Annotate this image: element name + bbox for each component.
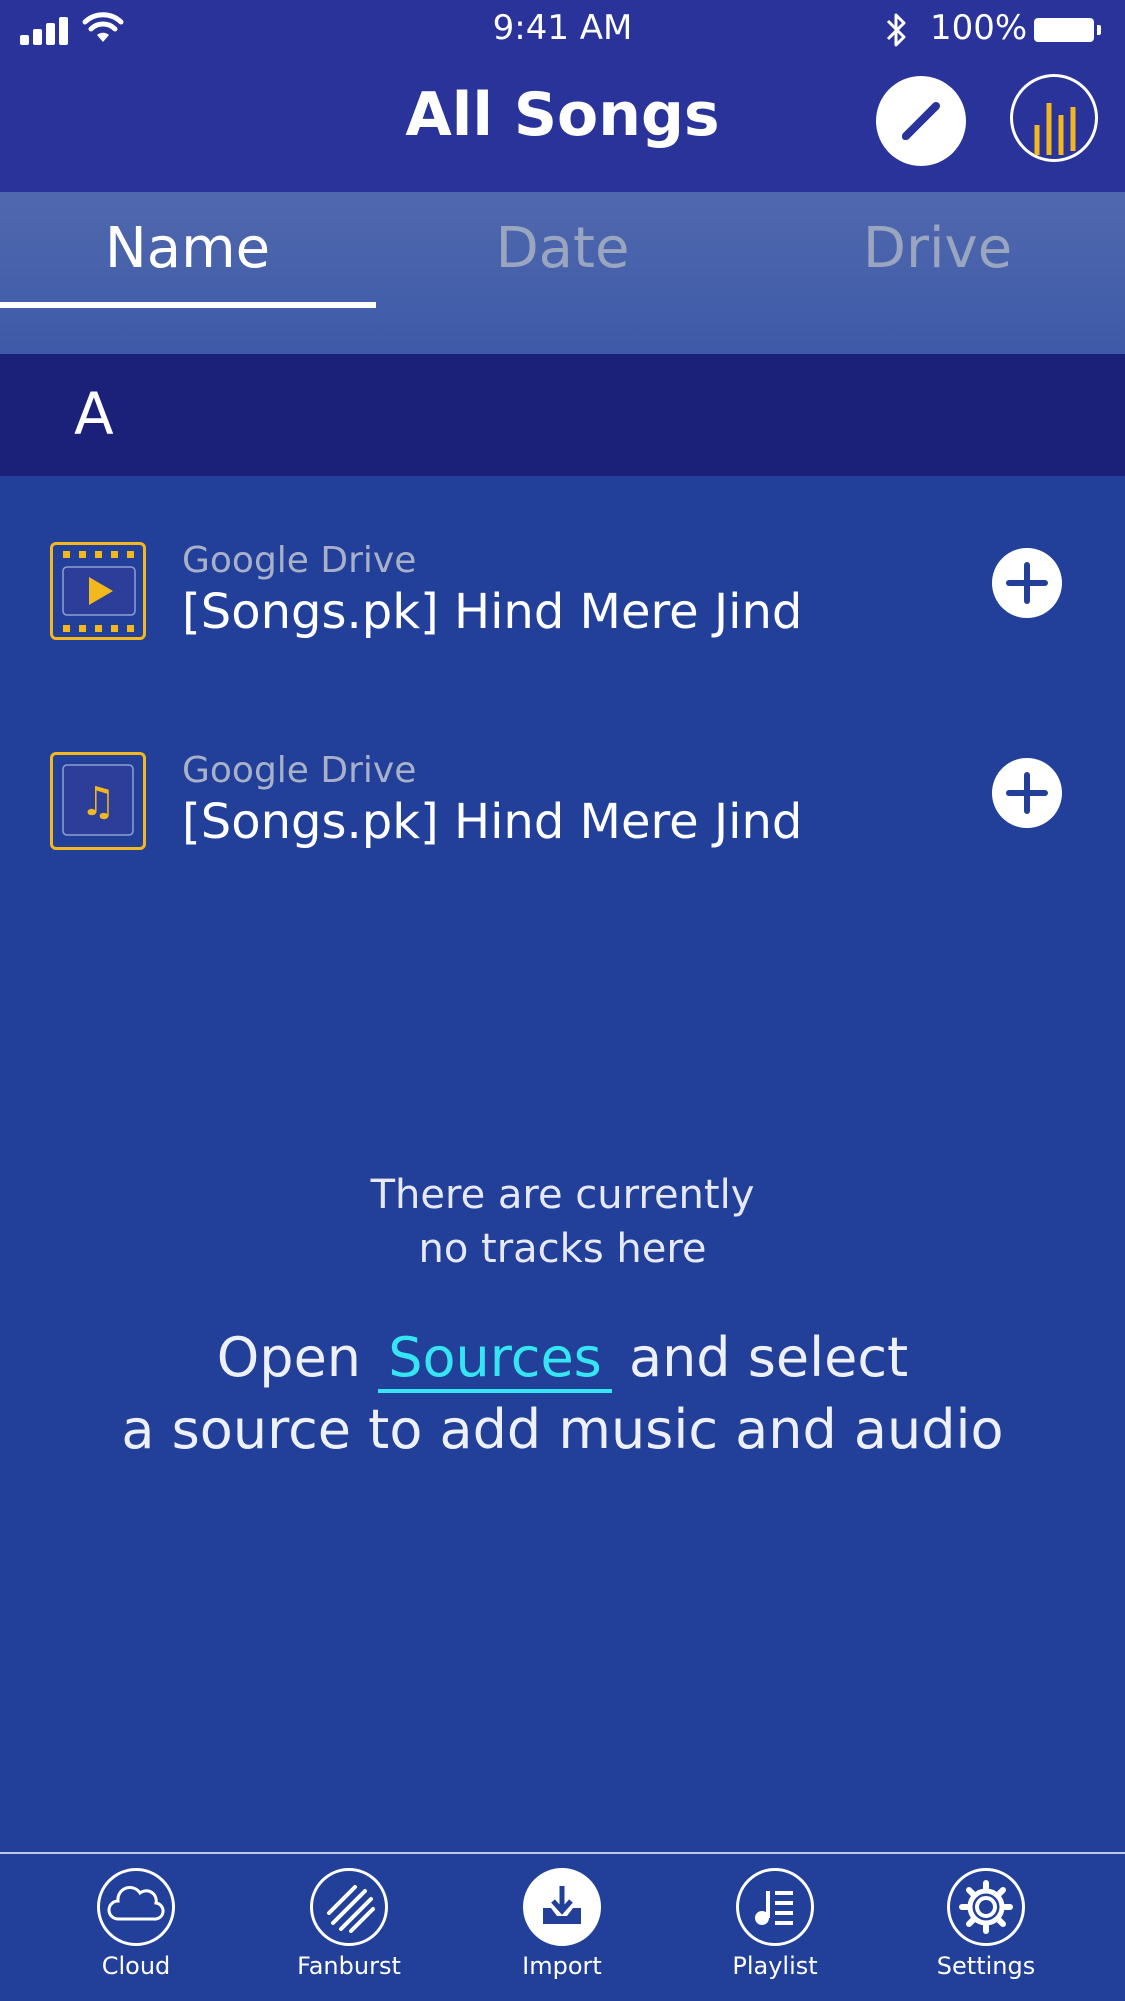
tab-import[interactable]: Import <box>492 1868 632 1980</box>
track-source: Google Drive <box>182 750 417 791</box>
import-icon <box>523 1868 601 1946</box>
section-header: A <box>0 354 1125 476</box>
tab-cloud[interactable]: Cloud <box>66 1868 206 1980</box>
status-bar: 9:41 AM 100% <box>0 0 1125 62</box>
track-title: [Songs.pk] Hind Mere Jind <box>182 794 803 850</box>
cta-rest-text: and select <box>628 1326 909 1389</box>
playlist-icon <box>736 1868 814 1946</box>
tab-playlist[interactable]: Playlist <box>705 1868 845 1980</box>
fanburst-icon <box>310 1868 388 1946</box>
tab-label: Cloud <box>101 1952 171 1980</box>
tab-fanburst[interactable]: Fanburst <box>279 1868 419 1980</box>
track-title: [Songs.pk] Hind Mere Jind <box>182 584 803 640</box>
empty-message-line1: There are currently <box>370 1172 755 1218</box>
tab-label: Import <box>522 1952 602 1980</box>
empty-message-line2: no tracks here <box>418 1226 707 1272</box>
video-file-icon <box>50 542 146 640</box>
gear-icon <box>947 1868 1025 1946</box>
empty-cta-line2: a source to add music and audio <box>121 1398 1004 1461</box>
edit-button[interactable] <box>876 76 966 166</box>
active-tab-indicator <box>0 302 376 308</box>
plus-icon <box>1006 562 1048 604</box>
bluetooth-icon <box>886 13 906 47</box>
bottom-tab-bar: Cloud Fanburst Import Playlist Settings <box>0 1852 1125 2001</box>
empty-cta-line1: Open Sources and select <box>0 1326 1125 1393</box>
tab-settings[interactable]: Settings <box>916 1868 1056 1980</box>
sources-link[interactable]: Sources <box>378 1326 612 1393</box>
tab-label: Fanburst <box>297 1952 401 1980</box>
add-button[interactable] <box>992 758 1062 828</box>
cta-open-text: Open <box>216 1326 362 1389</box>
tab-label: Settings <box>936 1952 1036 1980</box>
tab-label: Playlist <box>732 1952 818 1980</box>
sort-tabs: Name Date Drive <box>0 192 1125 354</box>
equalizer-icon <box>1034 103 1076 155</box>
list-item[interactable]: Google Drive [Songs.pk] Hind Mere Jind <box>0 532 1125 652</box>
track-source: Google Drive <box>182 540 417 581</box>
equalizer-button[interactable] <box>1010 74 1098 162</box>
app-header: All Songs <box>0 62 1125 192</box>
music-file-icon: ♫ <box>50 752 146 850</box>
tab-drive[interactable]: Drive <box>750 216 1125 281</box>
section-letter: A <box>74 380 114 448</box>
add-button[interactable] <box>992 548 1062 618</box>
svg-text:♫: ♫ <box>80 779 116 825</box>
battery-icon <box>1034 18 1101 42</box>
cloud-icon <box>97 1868 175 1946</box>
plus-icon <box>1006 772 1048 814</box>
list-item[interactable]: ♫ Google Drive [Songs.pk] Hind Mere Jind <box>0 742 1125 862</box>
tab-name[interactable]: Name <box>0 216 375 281</box>
battery-percent: 100% <box>930 8 1028 48</box>
pencil-icon <box>902 102 940 140</box>
tab-date[interactable]: Date <box>375 216 750 281</box>
